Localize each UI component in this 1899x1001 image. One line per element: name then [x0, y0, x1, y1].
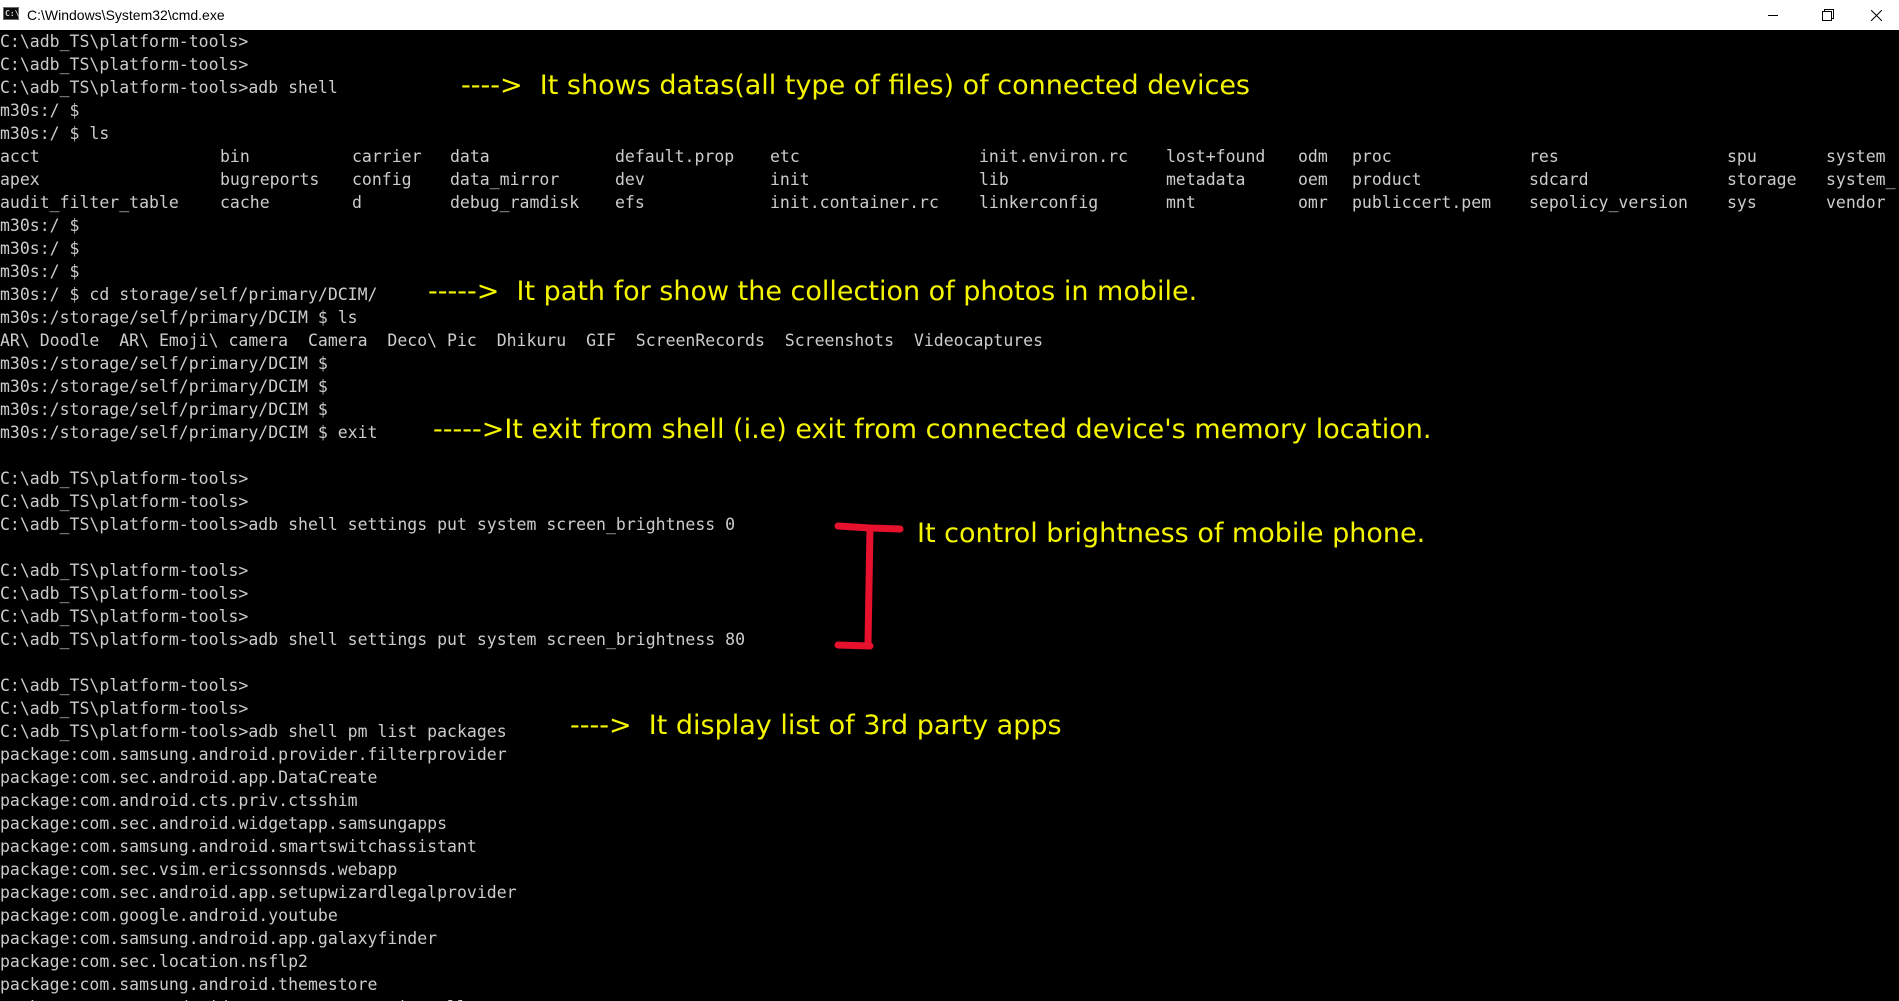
ls-entry: omr [1298, 193, 1328, 212]
console-line: package:com.sec.android.widgetapp.samsun… [0, 814, 448, 833]
ls-entry: init [770, 170, 810, 189]
ls-entry: dev [615, 170, 645, 189]
annotation-dcim: -----> It path for show the collection o… [428, 276, 1198, 307]
restore-button[interactable] [1805, 0, 1851, 30]
ls-entry: proc [1352, 147, 1392, 166]
ls-entry: sys [1727, 193, 1757, 212]
console-line: C:\adb_TS\platform-tools>adb shell setti… [0, 515, 736, 534]
title-bar: C:\ C:\Windows\System32\cmd.exe [0, 0, 1899, 30]
ls-entry: data [450, 147, 490, 166]
console-line: m30s:/ $ [0, 239, 80, 258]
ls-entry: sepolicy_version [1529, 193, 1688, 212]
console-line: package:com.samsung.android.provider.fil… [0, 745, 507, 764]
ls-entry: bugreports [220, 170, 320, 189]
annotation-exit: ----->It exit from shell (i.e) exit from… [433, 414, 1432, 445]
ls-entry: init.container.rc [770, 193, 939, 212]
console-line: package:com.samsung.android.themestore [0, 975, 378, 994]
console-line: m30s:/storage/self/primary/DCIM $ [0, 377, 328, 396]
ls-entry: carrier [352, 147, 422, 166]
ls-entry: system_ [1826, 170, 1896, 189]
console-line: C:\adb_TS\platform-tools> [0, 607, 249, 626]
ls-entry: debug_ramdisk [450, 193, 580, 212]
ls-entry: d [352, 193, 362, 212]
minimize-icon [1768, 15, 1778, 16]
ls-entry: product [1352, 170, 1422, 189]
restore-icon [1822, 9, 1834, 21]
console-line: C:\adb_TS\platform-tools> [0, 561, 249, 580]
console-line: package:com.google.android.youtube [0, 906, 338, 925]
ls-entry: efs [615, 193, 645, 212]
console-line: m30s:/storage/self/primary/DCIM $ ls [0, 308, 358, 327]
console-line: C:\adb_TS\platform-tools>adb shell pm li… [0, 722, 507, 741]
console-line: package:com.sec.android.app.DataCreate [0, 768, 378, 787]
ls-entry: config [352, 170, 412, 189]
console-line: C:\adb_TS\platform-tools> [0, 492, 249, 511]
console-line: m30s:/ $ [0, 262, 80, 281]
cmd-icon-label: C:\ [5, 9, 20, 18]
console-line: C:\adb_TS\platform-tools>adb shell setti… [0, 630, 746, 649]
console-line: m30s:/ $ [0, 216, 80, 235]
ls-entry: odm [1298, 147, 1328, 166]
cmd-icon: C:\ [3, 7, 19, 20]
ls-entry: lib [979, 170, 1009, 189]
console-line: m30s:/ $ cd storage/self/primary/DCIM/ [0, 285, 378, 304]
ls-entry: lost+found [1166, 147, 1266, 166]
console-output[interactable]: C:\adb_TS\platform-tools> C:\adb_TS\plat… [0, 30, 1899, 1001]
console-line: m30s:/storage/self/primary/DCIM $ [0, 400, 328, 419]
ls-entry: apex [0, 170, 40, 189]
ls-entry: audit_filter_table [0, 193, 179, 212]
ls-entry: publiccert.pem [1352, 193, 1492, 212]
ls-entry: res [1529, 147, 1559, 166]
close-icon [1870, 9, 1882, 21]
console-line: package:com.sec.vsim.ericssonnsds.webapp [0, 860, 398, 879]
console-line: C:\adb_TS\platform-tools> [0, 32, 249, 51]
minimize-button[interactable] [1750, 0, 1796, 30]
console-line: m30s:/ $ ls [0, 124, 110, 143]
ls-entry: oem [1298, 170, 1328, 189]
console-line: package:com.android.cts.priv.ctsshim [0, 791, 358, 810]
annotation-adb-shell: ----> It shows datas(all type of files) … [461, 70, 1250, 101]
ls-entry: storage [1727, 170, 1797, 189]
console-line: AR\ Doodle AR\ Emoji\ camera Camera Deco… [0, 331, 1044, 350]
ls-entry: acct [0, 147, 40, 166]
console-line: C:\adb_TS\platform-tools> [0, 55, 249, 74]
console-line: package:com.sec.location.nsflp2 [0, 952, 308, 971]
ls-entry: system [1826, 147, 1886, 166]
ls-entry: sdcard [1529, 170, 1589, 189]
console-line: C:\adb_TS\platform-tools>adb shell [0, 78, 338, 97]
ls-entry: linkerconfig [979, 193, 1099, 212]
ls-entry: metadata [1166, 170, 1246, 189]
window-title: C:\Windows\System32\cmd.exe [27, 7, 225, 23]
console-line: m30s:/storage/self/primary/DCIM $ [0, 354, 328, 373]
console-line: package:com.sec.android.app.samsungapps.… [0, 996, 487, 1001]
console-line: C:\adb_TS\platform-tools> [0, 699, 249, 718]
red-bracket-mark [834, 522, 904, 650]
annotation-brightness: It control brightness of mobile phone. [917, 518, 1426, 549]
ls-entry: cache [220, 193, 270, 212]
ls-entry: default.prop [615, 147, 735, 166]
ls-entry: bin [220, 147, 250, 166]
console-line: C:\adb_TS\platform-tools> [0, 584, 249, 603]
console-line: m30s:/storage/self/primary/DCIM $ exit [0, 423, 378, 442]
ls-entry: etc [770, 147, 800, 166]
console-line: package:com.samsung.android.smartswitcha… [0, 837, 477, 856]
console-line: m30s:/ $ [0, 101, 80, 120]
console-line: package:com.sec.android.app.setupwizardl… [0, 883, 517, 902]
ls-entry: data_mirror [450, 170, 560, 189]
console-line: C:\adb_TS\platform-tools> [0, 469, 249, 488]
console-line: package:com.samsung.android.app.galaxyfi… [0, 929, 438, 948]
console-line: C:\adb_TS\platform-tools> [0, 676, 249, 695]
ls-entry: vendor [1826, 193, 1886, 212]
close-button[interactable] [1853, 0, 1899, 30]
annotation-packages: ----> It display list of 3rd party apps [570, 710, 1062, 741]
ls-entry: init.environ.rc [979, 147, 1129, 166]
ls-entry: mnt [1166, 193, 1196, 212]
ls-entry: spu [1727, 147, 1757, 166]
